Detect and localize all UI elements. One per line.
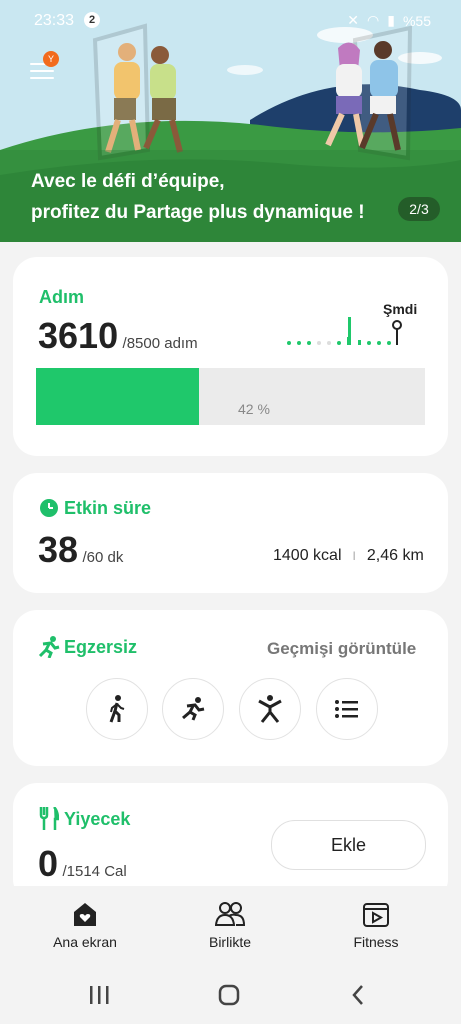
status-bar: 23:33 2 ✕ ◠ ▮ %55 [0, 0, 461, 40]
steps-progress-text: 42 % [238, 401, 270, 417]
battery-percent: %55 [402, 12, 431, 29]
nav-home[interactable]: Ana ekran [25, 898, 145, 950]
active-time-count: 38 /60 dk [38, 529, 123, 571]
active-time-goal: /60 dk [82, 549, 124, 566]
status-icons: ✕ ◠ ▮ %55 [347, 12, 431, 29]
food-count: 0 /1514 Cal [38, 843, 127, 885]
banner-pager: 2/3 [398, 197, 440, 221]
food-value: 0 [38, 843, 59, 884]
bottom-nav: Ana ekran Birlikte Fitness [0, 886, 461, 972]
hourly-steps-chart [287, 317, 402, 345]
walk-button[interactable] [86, 678, 148, 740]
exercise-run-icon [38, 636, 60, 658]
nav-together[interactable]: Birlikte [170, 898, 290, 950]
exercise-list-button[interactable] [316, 678, 378, 740]
steps-progress-bar: 42 % [36, 368, 425, 425]
active-time-value: 38 [38, 529, 79, 570]
add-food-button[interactable]: Ekle [271, 820, 426, 870]
active-time-title: Etkin süre [64, 498, 152, 518]
home-system-icon[interactable] [218, 984, 240, 1006]
system-nav-bar [0, 972, 461, 1024]
steps-count: 3610 /8500 adım [38, 315, 198, 357]
food-title: Yiyecek [64, 809, 131, 829]
active-time-card[interactable]: Etkin süre 38 /60 dk 1400 kcal ı 2,46 km [13, 473, 448, 593]
food-goal: /1514 Cal [62, 863, 127, 880]
menu-line [30, 70, 54, 72]
view-history-link[interactable]: Geçmişi görüntüle [267, 639, 416, 659]
signal-icon: ▮ [387, 12, 395, 28]
distance-value: 2,46 km [366, 547, 424, 564]
steps-title: Adım [39, 287, 84, 307]
steps-value: 3610 [38, 315, 119, 356]
banner-line-1: Avec le défi d’équipe, [31, 171, 225, 192]
fitness-video-icon [363, 903, 389, 927]
calories-value: 1400 kcal [273, 547, 342, 564]
list-icon [335, 700, 358, 718]
banner-line-2: profitez du Partage plus dynamique ! [31, 202, 365, 223]
notification-count-badge: 2 [84, 12, 100, 28]
nav-together-label: Birlikte [208, 934, 251, 950]
fork-knife-icon [39, 807, 59, 830]
run-button[interactable] [162, 678, 224, 740]
nav-fitness[interactable]: Fitness [316, 898, 436, 950]
nav-fitness-label: Fitness [353, 934, 399, 950]
steps-goal: /8500 adım [122, 335, 198, 352]
stats-divider: ı [351, 547, 357, 564]
workout-button[interactable] [239, 678, 301, 740]
recent-apps-icon[interactable] [88, 985, 110, 1005]
run-icon [182, 697, 205, 721]
active-stats: 1400 kcal ı 2,46 km [273, 547, 424, 565]
status-time: 23:33 [34, 12, 75, 29]
home-heart-icon [74, 903, 96, 926]
mute-icon: ✕ [347, 12, 360, 28]
workout-icon [258, 695, 282, 723]
exercise-title: Egzersiz [64, 637, 138, 657]
exercise-card: Egzersiz Geçmişi görüntüle [13, 610, 448, 766]
wifi-icon: ◠ [367, 12, 380, 28]
banner-text: Avec le défi d’équipe, profitez du Parta… [31, 166, 365, 228]
steps-card[interactable]: Adım 3610 /8500 adım Şmdi 42 % [13, 257, 448, 456]
back-icon[interactable] [350, 984, 366, 1006]
clock-icon [40, 499, 58, 517]
menu-line [30, 77, 54, 79]
walk-icon [109, 695, 125, 723]
food-card[interactable]: Yiyecek 0 /1514 Cal Ekle [13, 783, 448, 903]
menu-badge: Y [43, 51, 59, 67]
nav-home-label: Ana ekran [53, 934, 117, 950]
people-icon [215, 902, 245, 926]
steps-progress-fill [36, 368, 200, 425]
